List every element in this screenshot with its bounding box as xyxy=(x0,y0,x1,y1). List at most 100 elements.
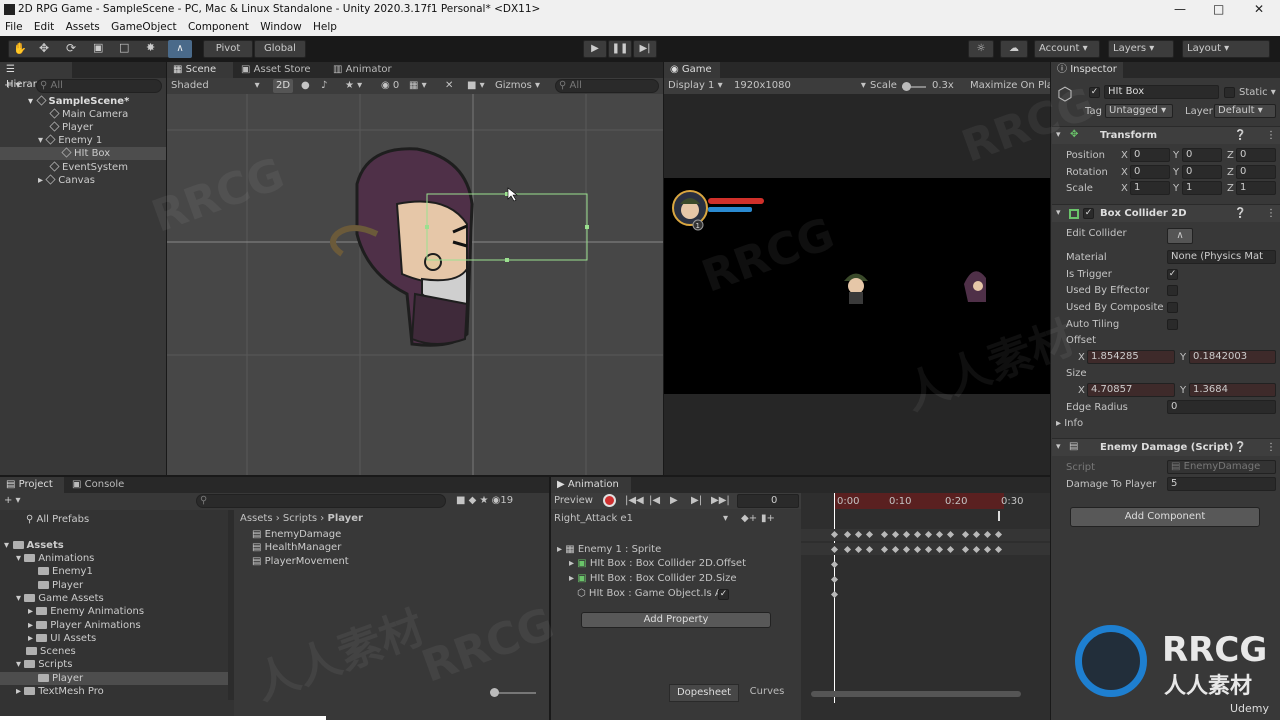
transform-header[interactable]: ▾ ✥ Transform ❔ ⋮ xyxy=(1052,126,1280,144)
folder-scripts-player[interactable]: Player xyxy=(0,672,234,685)
material-field[interactable]: None (Physics Mat xyxy=(1167,250,1276,264)
scale-x-field[interactable]: 1 xyxy=(1130,181,1170,195)
scene-viewport[interactable] xyxy=(167,94,663,475)
hierarchy-search-input[interactable]: ⚲ All xyxy=(36,79,162,93)
hierarchy-item-enemy-1[interactable]: ▾ Enemy 1 xyxy=(38,134,102,147)
rotation-z-field[interactable]: 0 xyxy=(1236,165,1276,179)
layer-dropdown[interactable]: Default ▾ xyxy=(1214,104,1276,118)
menu-file[interactable]: File xyxy=(5,21,23,33)
clip-end-marker[interactable] xyxy=(998,511,1000,521)
display-dropdown[interactable]: Display 1 ▾ xyxy=(668,80,723,91)
timeline-scrollbar[interactable] xyxy=(811,691,1021,697)
active-checkbox[interactable]: ✓ xyxy=(1089,87,1100,98)
layout-dropdown[interactable]: Layout ▾ xyxy=(1182,40,1270,58)
animated-property-is-active[interactable]: ⬡ HIt Box : Game Object.Is Ac xyxy=(577,588,727,599)
scale-slider-handle[interactable] xyxy=(902,82,911,91)
pause-button[interactable]: ❚❚ xyxy=(608,40,632,58)
damage-to-player-field[interactable]: 5 xyxy=(1167,477,1276,491)
info-foldout[interactable]: ▸ Info xyxy=(1056,418,1083,429)
hierarchy-item-canvas[interactable]: ▸ Canvas xyxy=(38,174,95,187)
effects-icon[interactable]: ★ ▾ xyxy=(345,80,362,91)
filter-icons[interactable]: ■ ◆ ★ ◉19 xyxy=(456,495,513,506)
scale-z-field[interactable]: 1 xyxy=(1236,181,1276,195)
close-icon[interactable]: ✕ xyxy=(1254,2,1264,16)
hierarchy-item-hit-box[interactable]: HIt Box xyxy=(0,147,166,160)
box-collider-header[interactable]: ▾ ✓ Box Collider 2D ❔ ⋮ xyxy=(1052,204,1280,222)
scene-search-input[interactable]: ⚲ All xyxy=(555,79,659,93)
animated-property-enemy-sprite[interactable]: ▸ ▦ Enemy 1 : Sprite xyxy=(557,544,661,555)
rotate-tool-icon[interactable]: ⟳ xyxy=(66,41,76,55)
scale-tool-icon[interactable]: ▣ xyxy=(93,41,103,54)
menu-component[interactable]: Component xyxy=(188,21,249,33)
dopesheet-tab[interactable]: Dopesheet xyxy=(669,684,739,702)
offset-y-field[interactable]: 0.1842003 xyxy=(1189,350,1276,364)
used-by-composite-checkbox[interactable] xyxy=(1167,302,1178,313)
hand-tool-icon[interactable]: ✋ xyxy=(13,42,27,55)
tag-dropdown[interactable]: Untagged ▾ xyxy=(1105,104,1173,118)
offset-x-field[interactable]: 1.854285 xyxy=(1087,350,1175,364)
menu-edit[interactable]: Edit xyxy=(34,21,54,33)
all-prefabs-item[interactable]: ⚲ All Prefabs xyxy=(26,513,89,526)
curves-tab[interactable]: Curves xyxy=(741,684,793,702)
resolution-dropdown[interactable]: 1920x1080 ▾ xyxy=(734,80,866,91)
project-search-input[interactable]: ⚲ xyxy=(196,494,446,508)
folder-player-anim[interactable]: Player xyxy=(38,579,83,592)
transform-tool-icon[interactable]: ✸ xyxy=(146,41,155,54)
timeline-ruler[interactable] xyxy=(834,493,1004,509)
folder-animations[interactable]: ▾ Animations xyxy=(16,552,94,565)
static-dropdown[interactable]: Static ▾ xyxy=(1239,87,1276,98)
add-component-button[interactable]: Add Component xyxy=(1070,507,1260,527)
component-menu-icon[interactable]: ⋮ xyxy=(1266,442,1276,453)
grid-icon[interactable]: ▦ ▾ xyxy=(409,80,427,91)
tab-hierarchy[interactable]: ☰ Hierarchy xyxy=(0,62,72,90)
custom-tool-icon[interactable]: ∧ xyxy=(168,40,192,58)
tab-inspector[interactable]: ⓘ Inspector xyxy=(1051,62,1123,78)
audio-icon[interactable]: ♪ xyxy=(321,80,327,91)
add-keyframe-icon[interactable]: ◆+ xyxy=(741,513,757,524)
shading-mode-dropdown[interactable]: Shaded ▾ xyxy=(171,80,260,91)
box-collider-enabled-checkbox[interactable]: ✓ xyxy=(1083,208,1094,219)
hierarchy-item-player[interactable]: Player xyxy=(49,121,93,134)
position-y-field[interactable]: 0 xyxy=(1182,148,1222,162)
next-frame-icon[interactable]: ▶| xyxy=(691,495,702,506)
folder-enemy-animations[interactable]: ▸ Enemy Animations xyxy=(28,605,144,618)
rect-tool-icon[interactable]: □ xyxy=(119,41,129,54)
pivot-button[interactable]: Pivot xyxy=(203,40,253,58)
rotation-x-field[interactable]: 0 xyxy=(1130,165,1170,179)
record-button[interactable] xyxy=(603,494,616,507)
lighting-icon[interactable]: ● xyxy=(301,80,310,91)
auto-tiling-checkbox[interactable] xyxy=(1167,319,1178,330)
folder-scripts[interactable]: ▾ Scripts xyxy=(16,658,72,671)
animated-property-size[interactable]: ▸ ▣ HIt Box : Box Collider 2D.Size xyxy=(569,573,737,584)
global-button[interactable]: Global xyxy=(254,40,306,58)
visibility-icon[interactable]: ◉ 0 xyxy=(381,80,399,91)
first-frame-icon[interactable]: |◀◀ xyxy=(625,495,644,506)
menu-help[interactable]: Help xyxy=(313,21,337,33)
gizmos-dropdown[interactable]: Gizmos ▾ xyxy=(495,80,540,91)
folder-enemy1[interactable]: Enemy1 xyxy=(38,565,93,578)
folder-game-assets[interactable]: ▾ Game Assets xyxy=(16,592,104,605)
tab-asset-store[interactable]: ▣ Asset Store xyxy=(235,62,317,78)
is-trigger-checkbox[interactable]: ✓ xyxy=(1167,269,1178,280)
menu-gameobject[interactable]: GameObject xyxy=(111,21,176,33)
enemy-damage-header[interactable]: ▾ ▤ Enemy Damage (Script) ❔ ⋮ xyxy=(1052,438,1280,456)
file-playermovement[interactable]: ▤ PlayerMovement xyxy=(252,555,349,568)
edge-radius-field[interactable]: 0 xyxy=(1167,400,1276,414)
rotation-y-field[interactable]: 0 xyxy=(1182,165,1222,179)
folder-ui-assets[interactable]: ▸ UI Assets xyxy=(28,632,96,645)
tab-animation[interactable]: ▶ Animation xyxy=(551,477,631,493)
tab-game[interactable]: ◉ Game xyxy=(664,62,720,78)
project-tree-scrollbar[interactable] xyxy=(228,510,234,700)
step-button[interactable]: ▶| xyxy=(633,40,657,58)
tab-animator[interactable]: ▥ Animator xyxy=(327,62,398,78)
dopesheet-area[interactable] xyxy=(801,493,1050,720)
2d-mode-toggle[interactable]: 2D xyxy=(273,79,293,93)
hierarchy-item-main-camera[interactable]: Main Camera xyxy=(49,108,128,121)
maximize-icon[interactable]: □ xyxy=(1213,2,1224,16)
frame-field[interactable]: 0 xyxy=(737,494,799,508)
scale-y-field[interactable]: 1 xyxy=(1182,181,1222,195)
size-y-field[interactable]: 1.3684 xyxy=(1189,383,1276,397)
folder-player-animations[interactable]: ▸ Player Animations xyxy=(28,619,141,632)
add-property-button[interactable]: Add Property xyxy=(581,612,771,628)
hierarchy-item-eventsystem[interactable]: EventSystem xyxy=(49,161,128,174)
